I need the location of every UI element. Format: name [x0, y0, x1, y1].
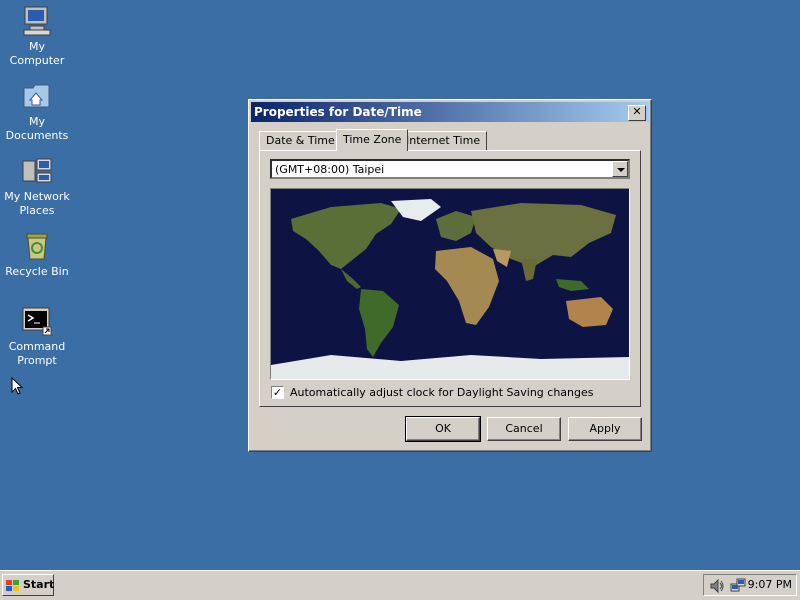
- network-connection-icon[interactable]: [730, 578, 746, 597]
- windows-logo-icon: [6, 579, 20, 591]
- command-prompt-icon: [21, 305, 53, 337]
- system-tray: 9:07 PM: [703, 574, 797, 596]
- close-button[interactable]: ✕: [628, 105, 646, 121]
- dropdown-arrow-icon[interactable]: [612, 161, 628, 177]
- computer-icon: [21, 5, 53, 37]
- dialog-title: Properties for Date/Time: [254, 105, 422, 119]
- dialog-titlebar[interactable]: Properties for Date/Time ✕: [251, 102, 649, 122]
- network-icon: [21, 155, 53, 187]
- dst-checkbox-label[interactable]: Automatically adjust clock for Daylight …: [290, 386, 593, 400]
- date-time-properties-dialog: Properties for Date/Time ✕ Date & Time T…: [248, 99, 652, 452]
- tab-time-zone[interactable]: Time Zone: [336, 129, 409, 151]
- checkmark-icon: ✓: [272, 386, 283, 399]
- world-map: [270, 188, 630, 380]
- dst-checkbox[interactable]: ✓: [271, 386, 284, 399]
- desktop-icon-label: Command Prompt: [8, 340, 66, 367]
- desktop-icon-label: My Documents: [5, 115, 69, 142]
- desktop-icon-my-network-places[interactable]: My Network Places: [2, 155, 72, 218]
- taskbar: Start 9:07 PM: [0, 570, 800, 600]
- ok-button[interactable]: OK: [405, 416, 481, 442]
- start-button[interactable]: Start: [2, 574, 54, 596]
- desktop-icon-my-computer[interactable]: My Computer: [2, 5, 72, 68]
- time-zone-panel: (GMT+08:00) Taipei ✓ Automatically adjus…: [259, 150, 641, 407]
- desktop-icon-command-prompt[interactable]: Command Prompt: [2, 305, 72, 368]
- close-icon: ✕: [632, 105, 642, 118]
- time-zone-selected-value: (GMT+08:00) Taipei: [275, 163, 385, 176]
- desktop-icon-my-documents[interactable]: My Documents: [2, 80, 72, 143]
- desktop-icon-label: My Computer: [9, 40, 65, 67]
- desktop-icon-label: Recycle Bin: [5, 265, 69, 278]
- tab-date-and-time[interactable]: Date & Time: [259, 131, 342, 150]
- volume-icon[interactable]: [709, 578, 725, 597]
- desktop-icon-label: My Network Places: [4, 190, 70, 217]
- recycle-bin-icon: [21, 230, 53, 262]
- apply-button[interactable]: Apply: [568, 417, 642, 441]
- tab-internet-time[interactable]: Internet Time: [399, 131, 488, 150]
- documents-folder-icon: [21, 80, 53, 112]
- desktop-icon-recycle-bin[interactable]: Recycle Bin: [2, 230, 72, 279]
- start-label: Start: [23, 578, 55, 591]
- time-zone-dropdown[interactable]: (GMT+08:00) Taipei: [270, 159, 630, 179]
- clock[interactable]: 9:07 PM: [748, 578, 792, 592]
- mouse-cursor-icon: [11, 376, 24, 400]
- cancel-button[interactable]: Cancel: [487, 417, 561, 441]
